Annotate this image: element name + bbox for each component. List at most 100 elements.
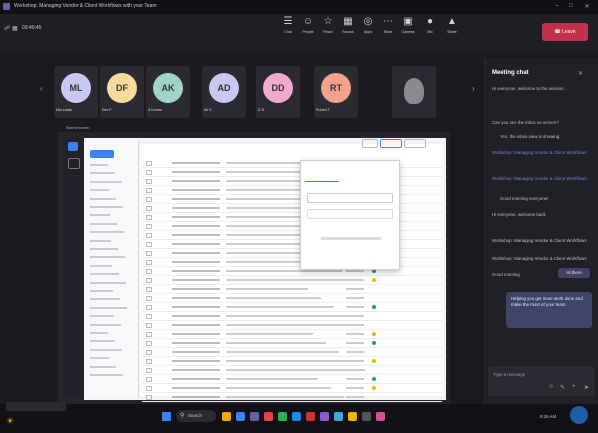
close-icon[interactable]: ✕ — [582, 3, 592, 10]
row-subject — [226, 288, 308, 290]
chat-message: Yes, the inbox view is showing. — [500, 134, 561, 139]
status-icon — [372, 305, 376, 309]
taskbar-app-icon[interactable] — [264, 412, 273, 421]
taskbar-app-icon[interactable] — [250, 412, 259, 421]
taskbar-app-icon[interactable] — [292, 412, 301, 421]
toolbar-camera-button[interactable]: ▣ Camera — [396, 16, 420, 42]
row-checkbox — [146, 278, 152, 283]
participant-name: D D — [258, 108, 265, 112]
row-sender — [172, 207, 220, 209]
taskbar-app-icon[interactable] — [334, 412, 343, 421]
chevron-right-icon[interactable]: › — [472, 84, 475, 93]
chat-message: Workshop: Managing Vendor & Client Workf… — [492, 256, 588, 261]
toolbar-mic-button[interactable]: ● Mic — [418, 16, 442, 42]
folder-item — [90, 374, 123, 376]
video-tile[interactable] — [392, 66, 436, 118]
folder-item — [90, 348, 122, 351]
participant-tile[interactable]: AK A Kumar — [146, 66, 190, 118]
folder-item — [90, 180, 122, 183]
chat-message: Workshop: Managing Vendor & Client Workf… — [492, 238, 588, 243]
taskbar-app-icon[interactable] — [362, 412, 371, 421]
row-checkbox — [146, 188, 152, 193]
send-icon[interactable]: ➤ — [584, 384, 589, 391]
row-sender — [172, 279, 220, 281]
taskbar-app-icon[interactable] — [222, 412, 231, 421]
row-sender — [172, 198, 220, 200]
participant-name: A Kumar — [148, 108, 162, 112]
row-subject — [226, 351, 339, 353]
row-sender — [172, 324, 220, 326]
message-composer[interactable]: Type a message ☺ ✎ + ➤ — [488, 366, 594, 396]
participant-tile[interactable]: AD Ali D — [202, 66, 246, 118]
folder-item — [90, 357, 109, 360]
row-date — [346, 270, 364, 272]
row-sender — [172, 234, 220, 236]
folder-item — [90, 298, 120, 301]
copilot-icon[interactable] — [570, 406, 588, 424]
row-subject — [226, 270, 342, 272]
taskbar-app-icon[interactable] — [278, 412, 287, 421]
row-date — [346, 306, 364, 308]
row-checkbox — [146, 197, 152, 202]
row-date — [346, 378, 364, 380]
minimize-icon[interactable]: – — [552, 3, 562, 10]
chat-message: Workshop: Managing Vendor & Client Workf… — [492, 176, 588, 181]
person-video-icon — [404, 78, 424, 104]
row-sender — [172, 387, 220, 389]
chat-message: Hi everyone, welcome back — [492, 212, 546, 217]
folder-item — [90, 248, 118, 250]
chat-message: Can you see the inbox on screen? — [492, 120, 559, 125]
participant-tile[interactable]: DF Dev F — [100, 66, 144, 118]
close-chat-icon[interactable]: ✕ — [578, 70, 583, 77]
row-subject — [226, 342, 326, 344]
folder-item — [90, 281, 126, 284]
folder-pane — [84, 140, 139, 398]
toolbar-label: Camera — [401, 30, 415, 34]
row-sender — [172, 315, 220, 317]
status-icon — [372, 377, 376, 381]
participant-tile[interactable]: ML Mia Lewis — [54, 66, 98, 118]
screen-toolbar — [360, 138, 426, 148]
start-icon[interactable] — [162, 412, 171, 421]
participant-tile[interactable]: DD D D — [256, 66, 300, 118]
taskbar-app-icon[interactable] — [306, 412, 315, 421]
flag-icon — [372, 359, 376, 363]
minimized-window[interactable] — [6, 402, 66, 411]
taskbar-app-icon[interactable] — [376, 412, 385, 421]
folder-item — [90, 164, 108, 166]
participant-name: Mia Lewis — [56, 108, 72, 112]
share-icon: ▲ — [447, 16, 457, 27]
taskbar-search[interactable]: ⚲ Search — [176, 410, 216, 422]
attach-icon[interactable]: ✎ — [560, 384, 565, 391]
row-subject — [226, 279, 355, 281]
mail-app-icon — [68, 142, 78, 151]
avatar: DD — [263, 73, 293, 103]
table-row — [142, 392, 442, 402]
chevron-left-icon[interactable]: ‹ — [40, 84, 43, 93]
folder-item — [90, 315, 114, 318]
row-sender — [172, 243, 220, 245]
toolbar-share-button[interactable]: ▲ Share — [440, 16, 464, 42]
taskbar-app-icon[interactable] — [348, 412, 357, 421]
row-subject — [226, 396, 344, 398]
leave-button[interactable]: ☎ Leave — [542, 23, 588, 41]
folder-item — [90, 323, 121, 326]
flag-icon — [372, 386, 376, 390]
calendar-app-icon — [68, 158, 80, 169]
participant-tile[interactable]: RT Robert T — [314, 66, 358, 118]
popup-field — [307, 193, 393, 203]
more-options-icon[interactable]: + — [572, 384, 576, 390]
row-checkbox — [146, 269, 152, 274]
popup-tab — [305, 175, 339, 182]
grid-icon: ▦ — [12, 26, 18, 32]
row-sender — [172, 189, 220, 191]
row-sender — [172, 261, 220, 263]
composer-input[interactable]: Type a message — [493, 372, 525, 378]
row-checkbox — [146, 206, 152, 211]
row-checkbox — [146, 287, 152, 292]
taskbar-app-icon[interactable] — [320, 412, 329, 421]
maximize-icon[interactable]: □ — [566, 3, 576, 10]
emoji-icon[interactable]: ☺ — [548, 384, 554, 390]
taskbar-app-icon[interactable] — [236, 412, 245, 421]
mic-icon: ● — [426, 16, 434, 27]
